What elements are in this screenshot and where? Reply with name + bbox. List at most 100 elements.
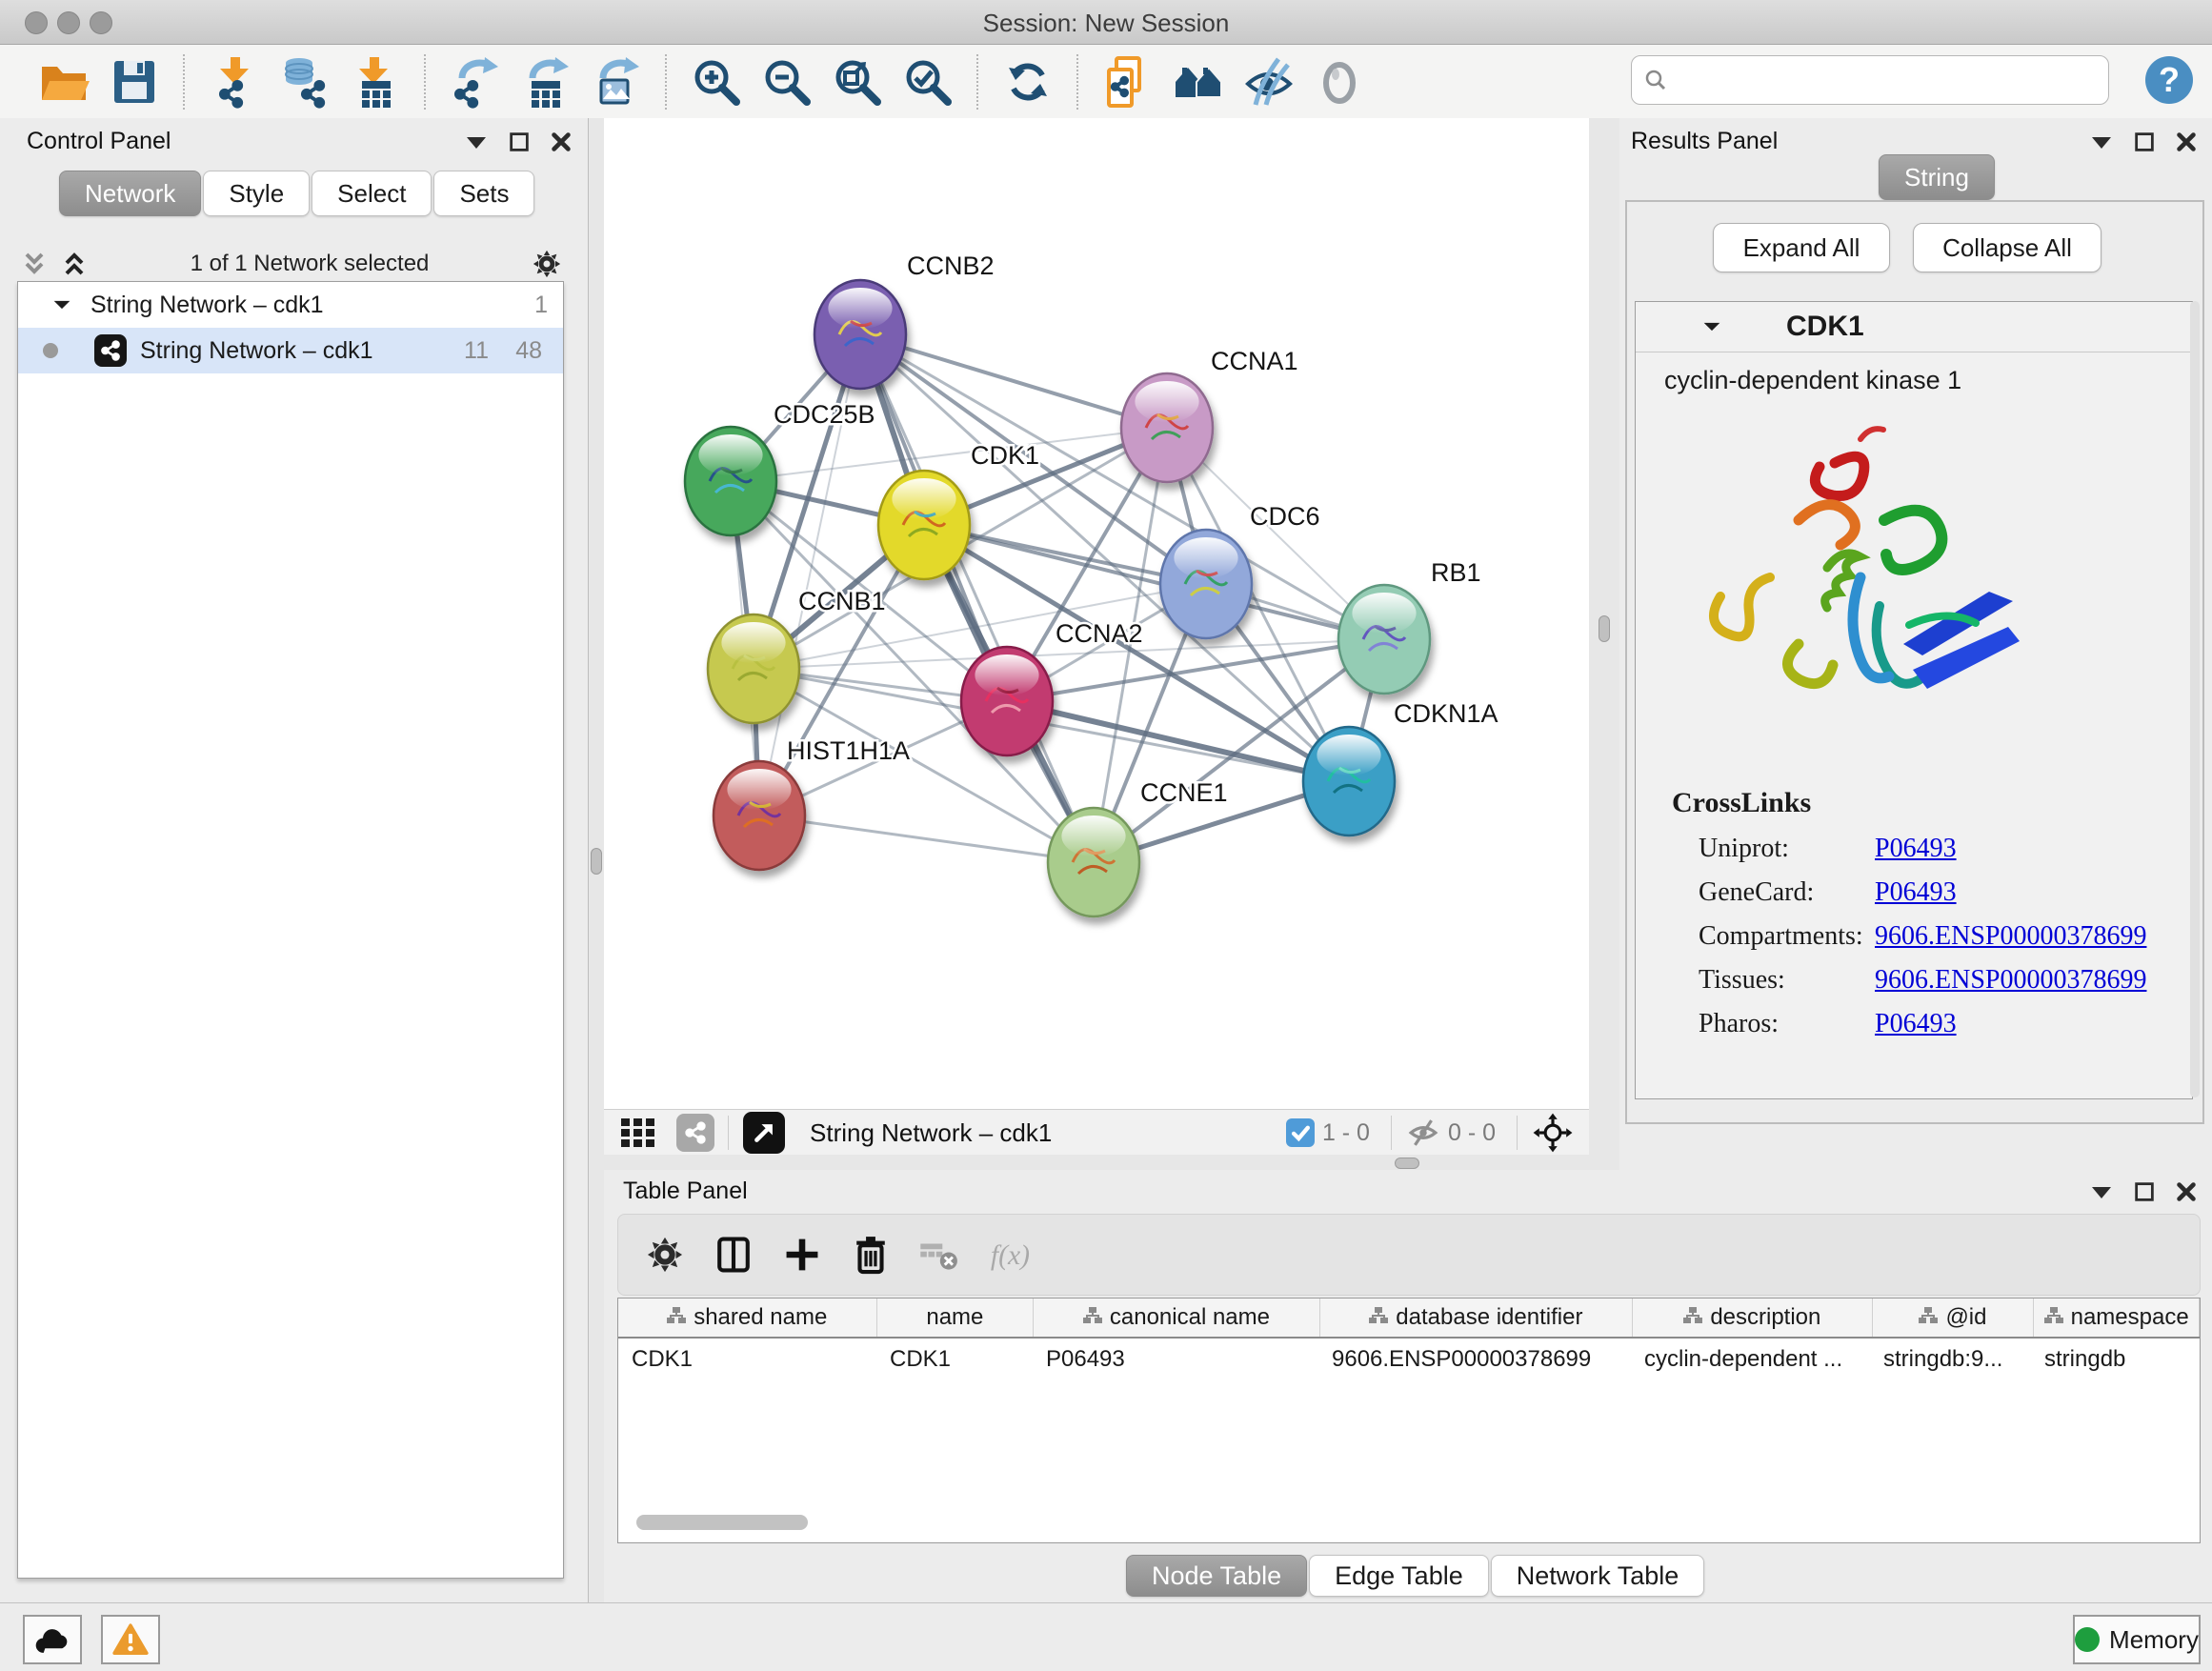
tab-edge-table[interactable]: Edge Table [1309,1555,1489,1597]
node-CDC25B[interactable] [685,427,776,535]
node-CDKN1A[interactable] [1303,727,1395,836]
clone-network-icon[interactable] [1099,53,1156,111]
float-icon[interactable] [2132,130,2157,154]
selected-checkbox-icon[interactable] [1286,1118,1315,1147]
float-icon[interactable] [2132,1179,2157,1204]
crosslink-link[interactable]: P06493 [1875,1009,1957,1039]
tab-select[interactable]: Select [312,171,432,216]
table-cell[interactable]: CDK1 [876,1346,1033,1373]
edge-CCNB2-CCNA1[interactable] [860,334,1167,428]
tree-expand-caret-icon[interactable] [50,295,73,314]
search-input[interactable] [1668,60,2108,100]
export-table-icon[interactable] [517,53,574,111]
network-collection-row[interactable]: String Network – cdk1 1 [18,282,563,328]
home-icon[interactable] [1170,53,1227,111]
zoom-fit-icon[interactable] [829,53,886,111]
refresh-icon[interactable] [999,53,1056,111]
open-file-icon[interactable] [35,53,92,111]
save-session-icon[interactable] [106,53,163,111]
column-header--id[interactable]: @id [1873,1299,2035,1337]
node-CCNE1[interactable] [1048,808,1139,916]
hidden-eye-slash-icon[interactable] [1406,1118,1440,1147]
import-network-icon[interactable] [206,53,263,111]
edge-CCNB2-CCNE1[interactable] [860,334,1094,862]
memory-button[interactable]: Memory [2073,1615,2201,1664]
node-table[interactable]: shared namenamecanonical namedatabase id… [617,1298,2201,1543]
column-header-description[interactable]: description [1633,1299,1873,1337]
show-columns-icon[interactable] [712,1233,755,1277]
add-column-icon[interactable] [780,1233,824,1277]
crosslink-link[interactable]: 9606.ENSP00000378699 [1875,965,2146,996]
table-cell[interactable]: cyclin-dependent ... [1631,1346,1870,1373]
expand-rows-icon[interactable] [19,249,50,279]
table-cell[interactable]: stringdb:9... [1870,1346,2031,1373]
table-cell[interactable]: P06493 [1033,1346,1318,1373]
table-cell[interactable]: CDK1 [618,1346,876,1373]
table-cell[interactable]: 9606.ENSP00000378699 [1318,1346,1631,1373]
node-CCNB2[interactable] [814,280,906,389]
crosshair-icon[interactable] [1532,1112,1574,1154]
node-CCNA1[interactable] [1121,373,1213,482]
edge-CDK1-RB1[interactable] [924,525,1384,639]
column-header-shared-name[interactable]: shared name [618,1299,877,1337]
expand-all-button[interactable]: Expand All [1713,223,1890,272]
node-HIST1H1A[interactable] [714,761,805,870]
search-box[interactable] [1631,55,2109,105]
crosslink-link[interactable]: P06493 [1875,877,1957,908]
column-header-database-identifier[interactable]: database identifier [1320,1299,1633,1337]
node-RB1[interactable] [1338,585,1430,694]
table-row[interactable]: CDK1CDK1P064939606.ENSP00000378699cyclin… [618,1339,2200,1380]
tab-style[interactable]: Style [203,171,310,216]
table-cell[interactable]: stringdb [2031,1346,2196,1373]
help-icon[interactable]: ? [2142,53,2196,107]
close-icon[interactable] [2174,130,2199,154]
zoom-out-icon[interactable] [758,53,815,111]
section-caret-icon[interactable] [1700,317,1723,336]
zoom-selected-icon[interactable] [899,53,956,111]
tab-sets[interactable]: Sets [433,171,534,216]
collapse-caret-icon[interactable] [2088,131,2115,153]
collapse-all-button[interactable]: Collapse All [1913,223,2101,272]
left-splitter-handle[interactable] [591,848,602,875]
tab-network[interactable]: Network [59,171,201,216]
column-header-name[interactable]: name [877,1299,1035,1337]
tab-node-table[interactable]: Node Table [1126,1555,1307,1597]
export-network-icon[interactable] [447,53,504,111]
import-table-icon[interactable] [347,53,404,111]
network-row[interactable]: String Network – cdk1 11 48 [18,328,563,373]
column-header-namespace[interactable]: namespace [2034,1299,2200,1337]
warning-button[interactable] [101,1615,160,1664]
node-CDK1[interactable] [878,471,970,579]
right-splitter-handle[interactable] [1599,615,1610,642]
node-CCNB1[interactable] [708,614,799,723]
cloud-button[interactable] [23,1615,82,1664]
tab-string[interactable]: String [1879,154,1995,200]
close-icon[interactable] [549,130,573,154]
export-image-icon[interactable] [588,53,645,111]
table-scrollbar-thumb[interactable] [636,1515,808,1530]
hide-unselected-icon[interactable] [1240,53,1297,111]
float-icon[interactable] [507,130,532,154]
network-canvas[interactable]: CCNB2CCNA1CDC25BCDK1CDC6RB1CCNB1CCNA2CDK… [604,118,1589,1109]
collapse-caret-icon[interactable] [2088,1180,2115,1203]
column-header-canonical-name[interactable]: canonical name [1034,1299,1319,1337]
node-CDC6[interactable] [1160,530,1252,638]
show-all-icon[interactable] [1311,53,1368,111]
node-CCNA2[interactable] [961,647,1053,755]
table-options-gear-icon[interactable] [643,1233,687,1277]
results-scrollbar[interactable] [2190,301,2200,1097]
right-splitter[interactable] [1589,118,1619,1155]
crosslink-link[interactable]: 9606.ENSP00000378699 [1875,921,2146,952]
crosslink-link[interactable]: P06493 [1875,834,1957,864]
share-view-icon[interactable] [676,1114,714,1152]
left-splitter[interactable] [589,118,604,1602]
close-icon[interactable] [2174,1179,2199,1204]
zoom-in-icon[interactable] [688,53,745,111]
options-gear-icon[interactable] [530,247,564,281]
edge-HIST1H1A-CCNE1[interactable] [759,815,1094,862]
birdseye-icon[interactable] [743,1112,785,1154]
bottom-splitter-handle[interactable] [1395,1158,1419,1169]
collapse-rows-icon[interactable] [59,249,90,279]
grid-view-icon[interactable] [621,1118,655,1147]
delete-column-icon[interactable] [849,1233,893,1277]
